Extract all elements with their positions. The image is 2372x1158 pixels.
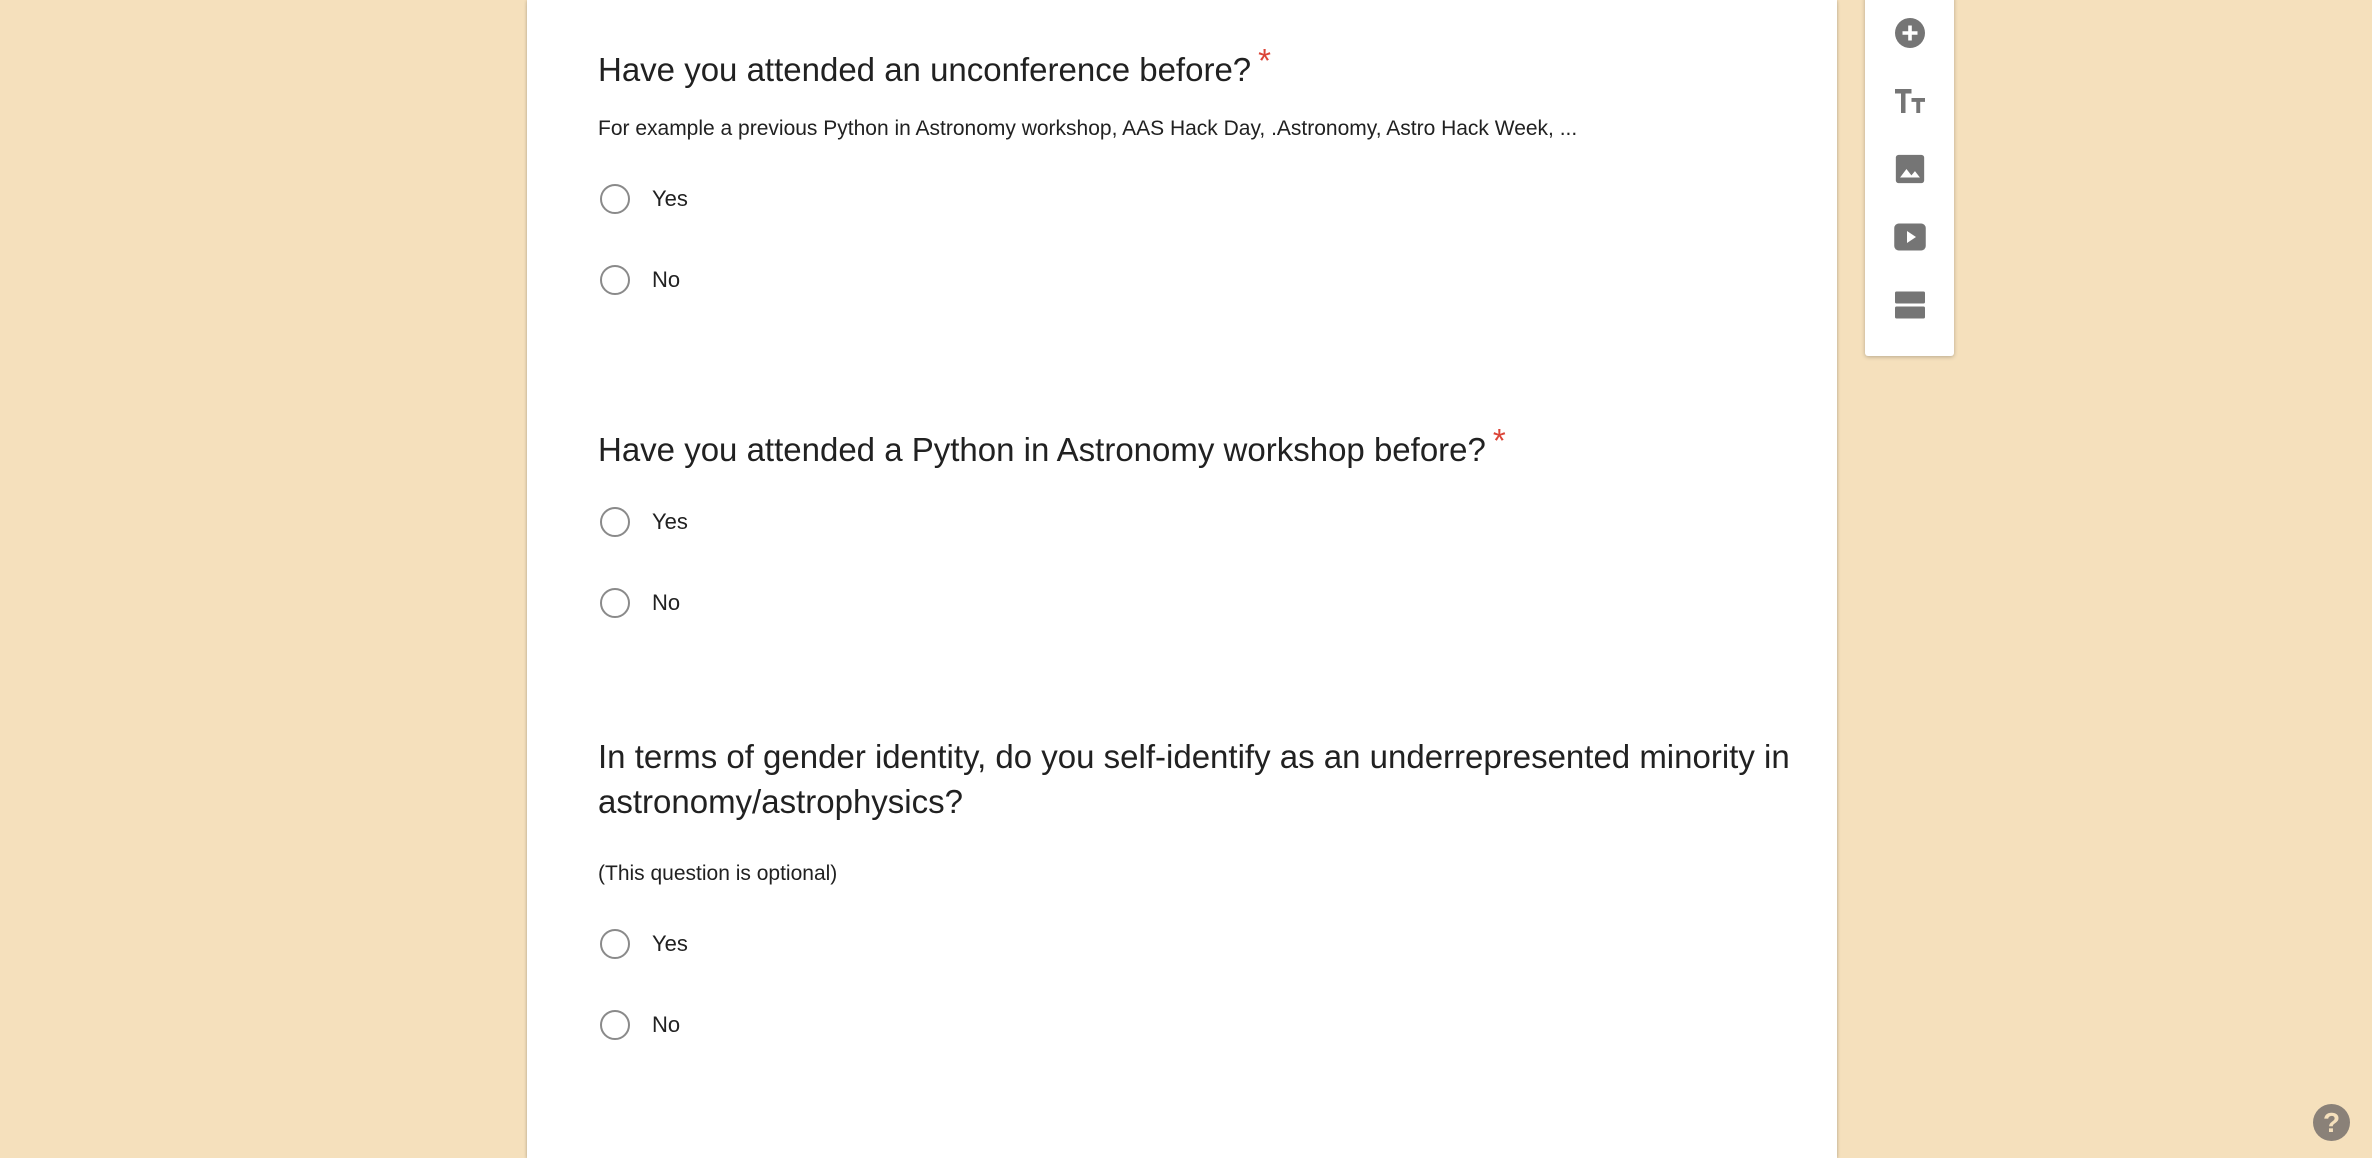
option-no[interactable]: No: [598, 260, 1828, 300]
add-title-icon: [1892, 83, 1928, 124]
option-label: No: [652, 1012, 681, 1037]
add-item-toolbar: [1865, 0, 1954, 356]
radio-button[interactable]: [600, 265, 630, 295]
question-title: Have you attended a Python in Astronomy …: [598, 422, 1506, 468]
option-label: No: [652, 590, 681, 615]
add-section-icon: [1892, 287, 1928, 328]
option-label: Yes: [652, 931, 688, 956]
form-card: Have you attended an unconference before…: [527, 0, 1837, 1158]
radio-button[interactable]: [600, 1010, 630, 1040]
option-label: No: [652, 267, 681, 292]
question-pyastro-workshop: Have you attended a Python in Astronomy …: [598, 422, 1828, 623]
add-image-button[interactable]: [1865, 143, 1954, 199]
option-yes[interactable]: Yes: [598, 179, 1828, 219]
question-title: Have you attended an unconference before…: [598, 42, 1271, 88]
add-title-button[interactable]: [1865, 75, 1954, 131]
option-yes[interactable]: Yes: [598, 502, 1828, 542]
question-description: (This question is optional): [598, 862, 838, 885]
add-video-icon: [1892, 219, 1928, 260]
option-no[interactable]: No: [598, 1005, 1828, 1045]
radio-button[interactable]: [600, 929, 630, 959]
radio-button[interactable]: [600, 507, 630, 537]
required-asterisk: *: [1258, 42, 1271, 79]
question-unconference: Have you attended an unconference before…: [598, 42, 1828, 300]
question-gender-identity: In terms of gender identity, do you self…: [598, 734, 1828, 1045]
add-question-icon: [1892, 15, 1928, 56]
option-label: Yes: [652, 509, 688, 534]
option-yes[interactable]: Yes: [598, 924, 1828, 964]
radio-button[interactable]: [600, 184, 630, 214]
add-question-button[interactable]: [1865, 7, 1954, 63]
question-description: For example a previous Python in Astrono…: [598, 117, 1578, 140]
add-image-icon: [1893, 152, 1927, 191]
required-asterisk: *: [1492, 422, 1506, 459]
help-button[interactable]: ?: [2313, 1104, 2350, 1141]
radio-button[interactable]: [600, 588, 630, 618]
option-no[interactable]: No: [598, 583, 1828, 623]
question-title: In terms of gender identity, do you self…: [598, 738, 1790, 820]
option-label: Yes: [652, 186, 688, 211]
add-section-button[interactable]: [1865, 279, 1954, 335]
add-video-button[interactable]: [1865, 211, 1954, 267]
